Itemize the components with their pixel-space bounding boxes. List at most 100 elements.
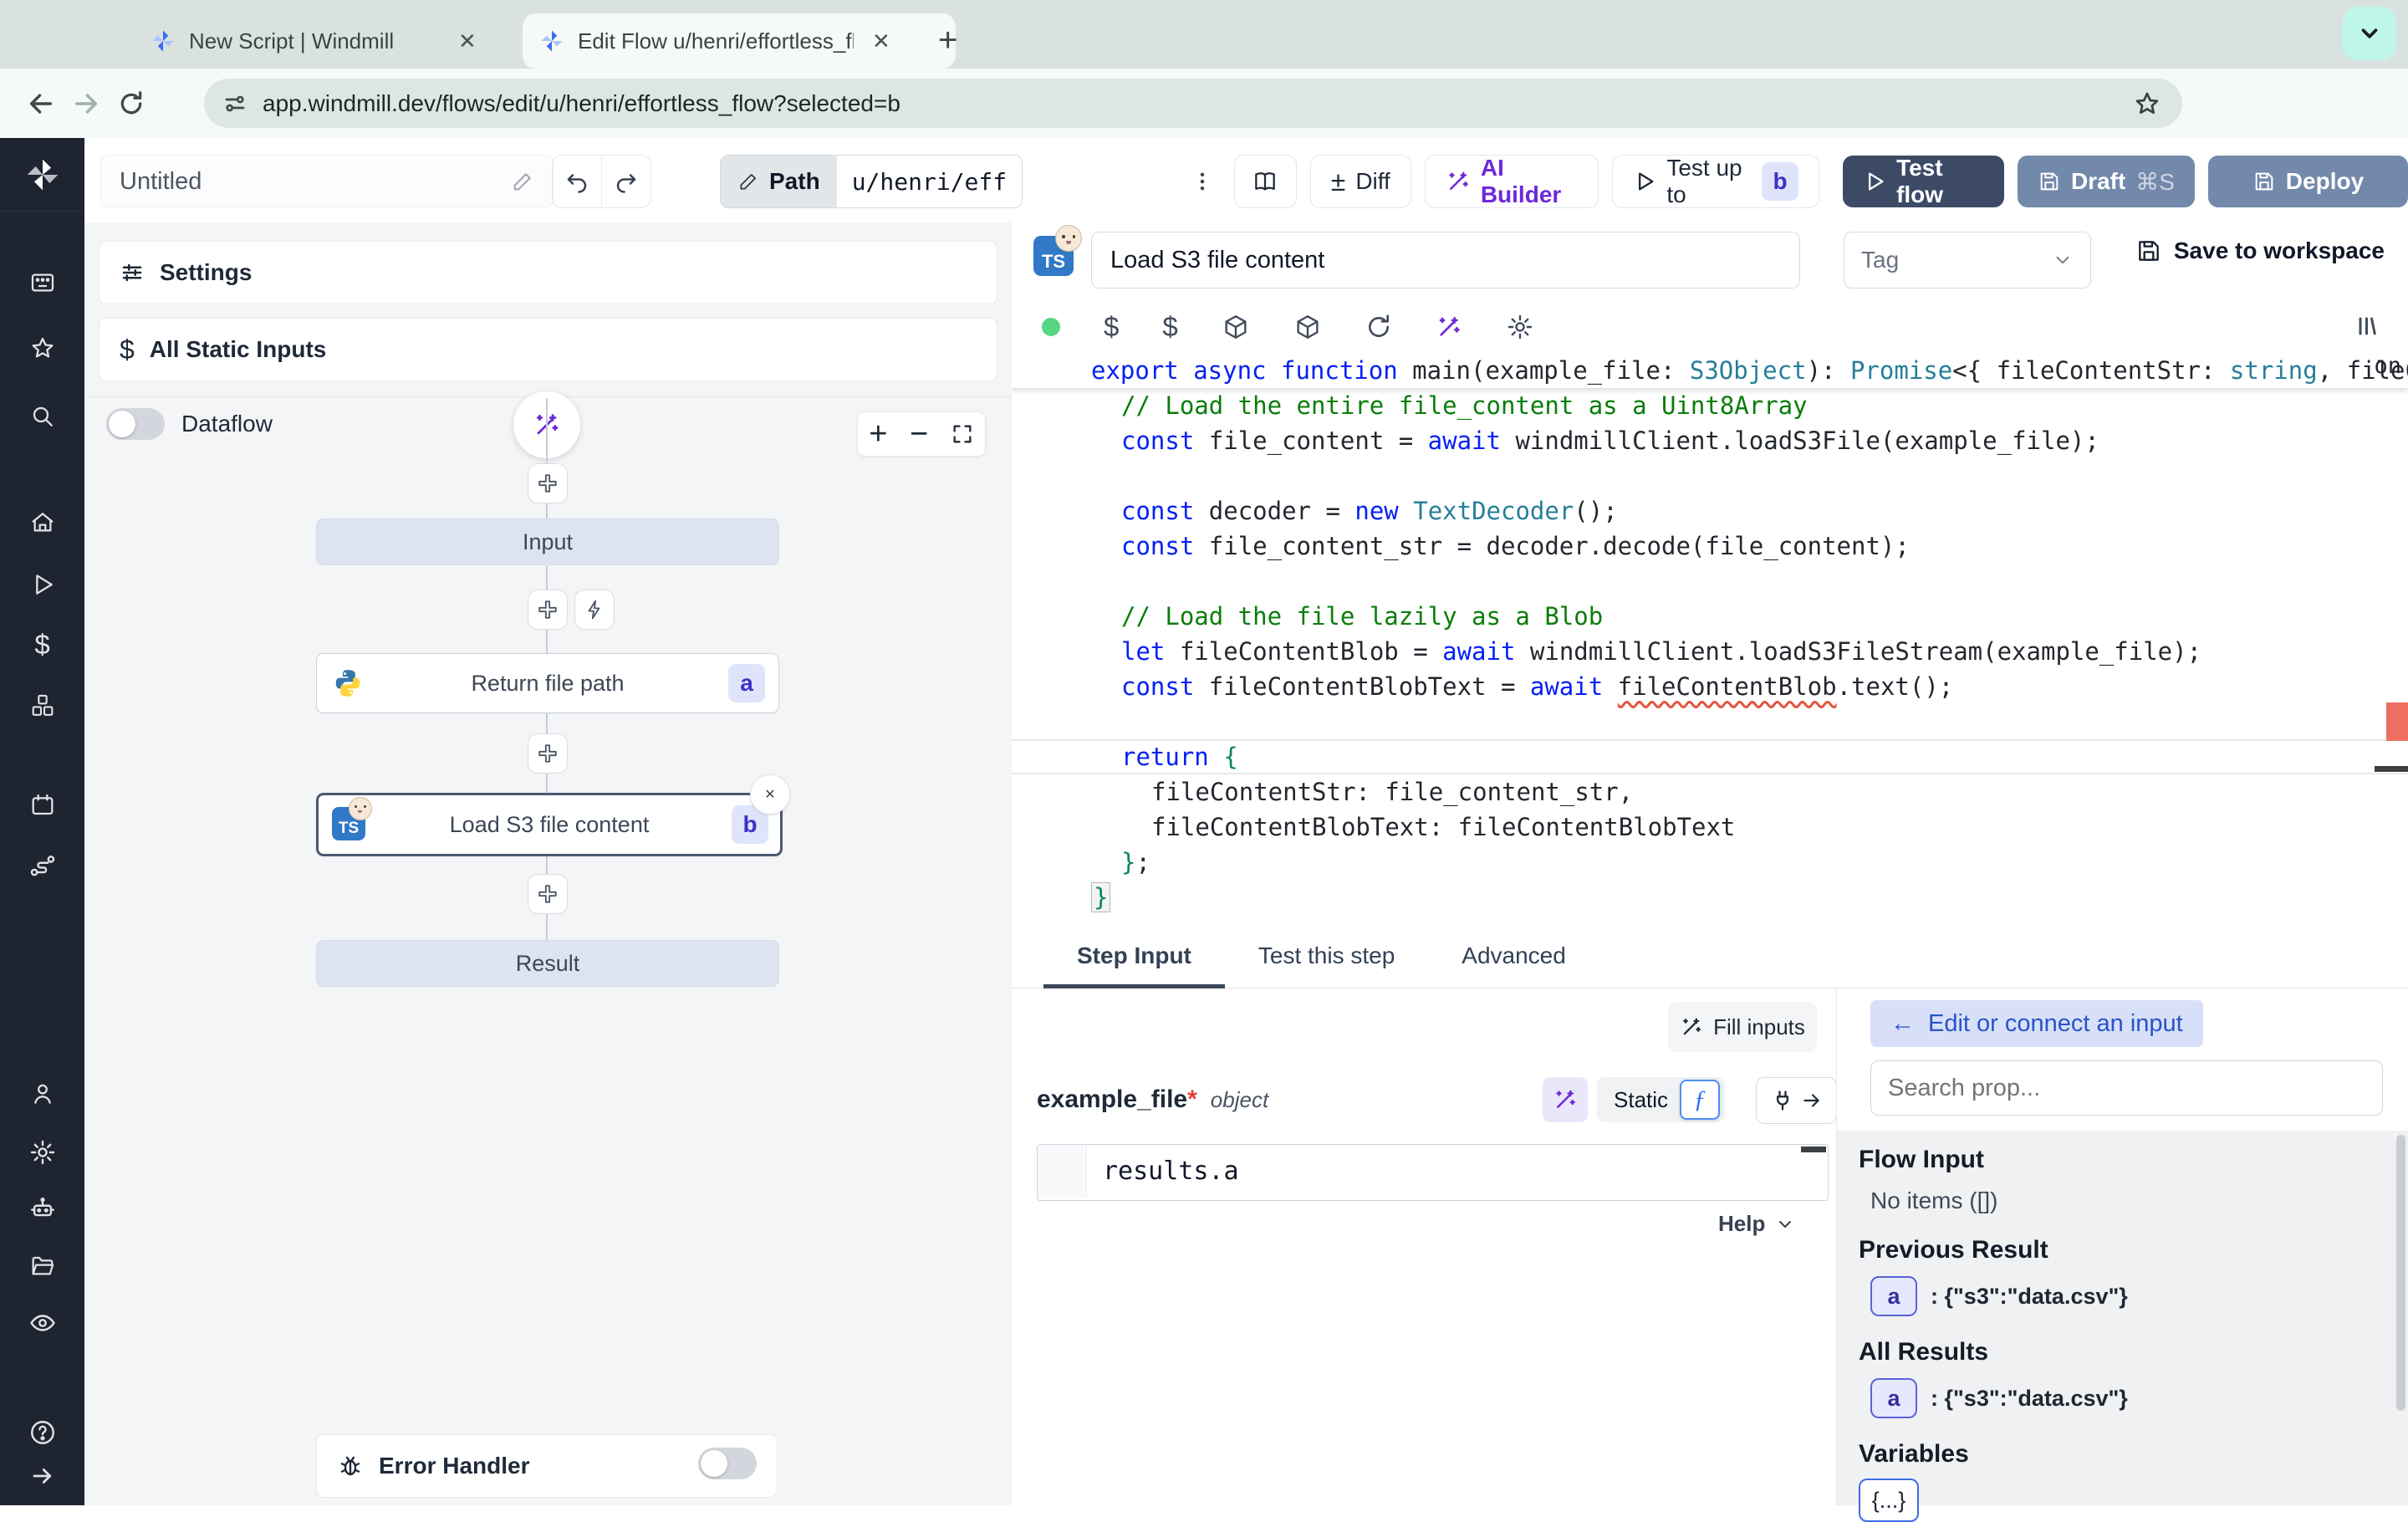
static-inputs-label: All Static Inputs: [150, 336, 327, 363]
sidebar-item-schedules[interactable]: [0, 782, 84, 829]
diff-button[interactable]: ± Diff: [1310, 155, 1411, 208]
tab-search-chevron-button[interactable]: [2343, 7, 2396, 60]
sidebar-item-home[interactable]: [0, 499, 84, 546]
path-value-text: u/henri/eff: [837, 156, 1022, 207]
sidebar-item-help[interactable]: [0, 1409, 84, 1456]
javascript-expression-mode-icon[interactable]: ƒ: [1680, 1080, 1720, 1120]
static-inputs-dollar-icon[interactable]: $: [1104, 311, 1119, 343]
flow-name-field[interactable]: Untitled: [100, 155, 554, 208]
more-options-kebab-icon[interactable]: [1184, 170, 1221, 193]
save-icon: [2135, 237, 2162, 264]
result-value[interactable]: : {"s3":"data.csv"}: [1931, 1386, 2128, 1412]
result-value[interactable]: : {"s3":"data.csv"}: [1931, 1284, 2128, 1310]
sidebar-item-audit-logs[interactable]: [0, 1300, 84, 1346]
zoom-out-icon[interactable]: −: [910, 416, 928, 452]
sidebar-item-workers[interactable]: [0, 1186, 84, 1233]
static-mode-label[interactable]: Static: [1614, 1087, 1668, 1113]
connect-input-button[interactable]: [1756, 1077, 1837, 1124]
sidebar-item-workspace[interactable]: [0, 259, 84, 306]
sidebar-item-runs[interactable]: [0, 561, 84, 608]
fill-inputs-button[interactable]: Fill inputs: [1668, 1002, 1817, 1052]
test-flow-button[interactable]: Test flow: [1843, 156, 2004, 207]
flow-settings-button[interactable]: Settings: [99, 241, 997, 304]
edit-or-connect-button[interactable]: ← Edit or connect an input: [1870, 1000, 2203, 1047]
variables-dollar-icon[interactable]: $: [1162, 311, 1177, 343]
gear-icon[interactable]: [1506, 313, 1534, 341]
magic-wand-icon[interactable]: [1436, 314, 1462, 340]
sidebar-item-settings[interactable]: [0, 1129, 84, 1176]
add-step-button[interactable]: [528, 463, 568, 503]
help-toggle[interactable]: Help: [1718, 1211, 1795, 1237]
ai-builder-button[interactable]: AI Builder: [1425, 155, 1599, 208]
scrollbar[interactable]: [2396, 1135, 2405, 1411]
prop-search-input[interactable]: [1870, 1060, 2383, 1116]
flow-input-empty: No items ([]): [1870, 1187, 2408, 1214]
windmill-logo[interactable]: [0, 138, 84, 212]
forward-icon[interactable]: [64, 81, 109, 126]
error-handler-row[interactable]: Error Handler: [316, 1434, 778, 1498]
path-button[interactable]: Path u/henri/eff: [720, 155, 1023, 208]
redo-button[interactable]: [602, 156, 650, 207]
undo-button[interactable]: [553, 156, 602, 207]
site-settings-icon[interactable]: [222, 91, 247, 116]
flow-node-result[interactable]: Result: [316, 940, 779, 987]
previous-result-heading: Previous Result: [1859, 1236, 2408, 1264]
input-mode-segmented-control[interactable]: Static ƒ: [1597, 1077, 1725, 1122]
add-trigger-button[interactable]: [574, 590, 615, 630]
draft-button[interactable]: Draft ⌘S: [2018, 156, 2195, 207]
step-badge-b: b: [1762, 162, 1798, 201]
mini-scrollbar[interactable]: [1801, 1147, 1826, 1152]
remove-step-icon[interactable]: ✕: [750, 774, 790, 815]
add-step-button[interactable]: [528, 874, 568, 914]
deploy-button[interactable]: Deploy: [2208, 156, 2408, 207]
code-editor[interactable]: export async function main(example_file:…: [1012, 353, 2408, 930]
flow-node-step-b-selected[interactable]: TS Load S3 file content b: [316, 793, 783, 856]
reload-icon[interactable]: [109, 81, 154, 126]
add-step-button[interactable]: [528, 733, 568, 774]
sidebar-item-folders[interactable]: [0, 1243, 84, 1290]
sidebar-item-users[interactable]: [0, 1070, 84, 1117]
add-step-button[interactable]: [528, 590, 568, 630]
flow-node-step-a[interactable]: Return file path a: [316, 653, 779, 713]
sidebar-item-resources[interactable]: [0, 682, 84, 729]
tab-test-this-step[interactable]: Test this step: [1225, 942, 1428, 988]
sidebar-item-favorites[interactable]: [0, 325, 84, 372]
sidebar-item-flows[interactable]: [0, 843, 84, 890]
sidebar-item-variables[interactable]: $: [0, 621, 84, 668]
fit-view-icon[interactable]: [951, 422, 974, 446]
address-bar[interactable]: app.windmill.dev/flows/edit/u/henri/effo…: [204, 79, 2182, 128]
tag-select[interactable]: Tag: [1844, 232, 2091, 289]
all-static-inputs-button[interactable]: $ All Static Inputs: [99, 318, 997, 381]
reload-icon[interactable]: [1365, 314, 1392, 340]
tab-advanced[interactable]: Advanced: [1428, 942, 1599, 988]
tab-step-input[interactable]: Step Input: [1043, 942, 1225, 988]
close-tab-icon[interactable]: ✕: [867, 28, 895, 54]
step-name-input[interactable]: [1091, 232, 1800, 289]
expression-editor[interactable]: results.a: [1037, 1144, 1829, 1201]
docs-book-button[interactable]: [1234, 155, 1297, 208]
error-handler-toggle[interactable]: [698, 1448, 757, 1479]
bookmark-star-icon[interactable]: [2134, 90, 2161, 117]
history-versions-icon[interactable]: [2353, 311, 2383, 341]
expand-sidebar-icon[interactable]: [0, 1453, 84, 1499]
diff-label: Diff: [1355, 168, 1390, 195]
close-tab-icon[interactable]: ✕: [453, 28, 482, 54]
result-key-pill[interactable]: a: [1870, 1378, 1917, 1418]
save-to-workspace-button[interactable]: Save to workspace: [2135, 237, 2385, 264]
play-icon: [1633, 170, 1656, 193]
variables-pill[interactable]: {...}: [1859, 1479, 1919, 1522]
new-tab-button[interactable]: +: [938, 23, 957, 57]
browser-tab-2-active[interactable]: Edit Flow u/henri/effortless_fl ✕: [523, 13, 956, 69]
dataflow-toggle[interactable]: [106, 408, 165, 440]
result-key-pill[interactable]: a: [1870, 1276, 1917, 1316]
flow-graph-panel: Settings $ All Static Inputs Dataflow + …: [84, 222, 1013, 1505]
test-up-to-button[interactable]: Test up to b: [1612, 155, 1819, 208]
ai-fill-wand-button[interactable]: [1543, 1077, 1588, 1122]
package-icon[interactable]: [1222, 313, 1250, 341]
flow-node-input[interactable]: Input: [316, 518, 779, 565]
browser-tab-1[interactable]: New Script | Windmill ✕: [134, 13, 543, 69]
package-icon[interactable]: [1293, 313, 1322, 341]
sidebar-item-search[interactable]: [0, 393, 84, 440]
back-icon[interactable]: [18, 81, 64, 126]
zoom-in-icon[interactable]: +: [869, 416, 887, 452]
